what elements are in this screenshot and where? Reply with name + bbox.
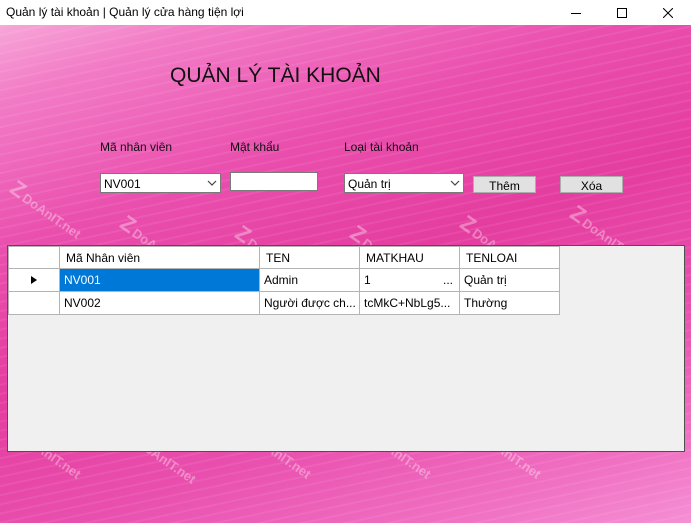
column-header[interactable]: TEN xyxy=(259,246,360,269)
row-header-corner xyxy=(8,246,60,269)
minimize-button[interactable] xyxy=(553,0,599,25)
page-title: QUẢN LÝ TÀI KHOẢN xyxy=(170,64,381,87)
column-header[interactable]: MATKHAU xyxy=(359,246,460,269)
accounts-table: Mã Nhân viên TEN MATKHAU TENLOAI NV001 A… xyxy=(8,246,560,315)
account-type-label: Loại tài khoản xyxy=(344,140,419,154)
cell-ellipsis: ... xyxy=(442,273,453,287)
header-row: Mã Nhân viên TEN MATKHAU TENLOAI xyxy=(8,246,560,269)
table-cell[interactable]: NV001 xyxy=(59,268,260,292)
employee-id-label: Mã nhân viên xyxy=(100,140,173,154)
cell-text: 1 xyxy=(364,273,371,287)
title-bar: Quản lý tài khoản | Quản lý cửa hàng tiệ… xyxy=(0,0,691,25)
employee-id-combo[interactable]: NV001 xyxy=(100,173,221,193)
table-cell[interactable]: NV002 xyxy=(59,291,260,315)
current-row-arrow-icon xyxy=(31,276,37,284)
close-button[interactable] xyxy=(645,0,691,25)
account-type-value: Quản trị xyxy=(348,177,391,191)
employee-id-value: NV001 xyxy=(104,177,141,191)
close-icon xyxy=(663,7,673,18)
window-title: Quản lý tài khoản | Quản lý cửa hàng tiệ… xyxy=(6,5,244,19)
add-button[interactable]: Thêm xyxy=(473,176,536,193)
row-header[interactable] xyxy=(8,291,60,315)
accounts-grid[interactable]: Mã Nhân viên TEN MATKHAU TENLOAI NV001 A… xyxy=(7,245,685,452)
table-row[interactable]: NV002 Người được ch... tcMkC+NbLg5... Th… xyxy=(8,291,560,315)
table-cell[interactable]: Admin xyxy=(259,268,360,292)
table-row[interactable]: NV001 Admin 1 ... Quản trị xyxy=(8,268,560,292)
minimize-icon xyxy=(571,12,581,14)
watermark: ZDoAnIT.net xyxy=(5,175,84,242)
maximize-icon xyxy=(617,7,627,18)
column-header[interactable]: Mã Nhân viên xyxy=(59,246,260,269)
password-field[interactable] xyxy=(230,172,318,191)
table-cell[interactable]: Thường xyxy=(459,291,560,315)
table-cell[interactable]: tcMkC+NbLg5... xyxy=(359,291,460,315)
row-header[interactable] xyxy=(8,268,60,292)
password-label: Mật khẩu xyxy=(230,140,280,154)
table-cell[interactable]: 1 ... xyxy=(359,268,460,292)
column-header[interactable]: TENLOAI xyxy=(459,246,560,269)
delete-button[interactable]: Xóa xyxy=(560,176,623,193)
chevron-down-icon xyxy=(207,180,217,186)
table-cell[interactable]: Người được ch... xyxy=(259,291,360,315)
chevron-down-icon xyxy=(450,180,460,186)
maximize-button[interactable] xyxy=(599,0,645,25)
form-client-area: ZDoAnIT.net ZDoAnIT.net ZDoAnIT.net ZDoA… xyxy=(0,25,691,523)
table-cell[interactable]: Quản trị xyxy=(459,268,560,292)
account-type-combo[interactable]: Quản trị xyxy=(344,173,464,193)
